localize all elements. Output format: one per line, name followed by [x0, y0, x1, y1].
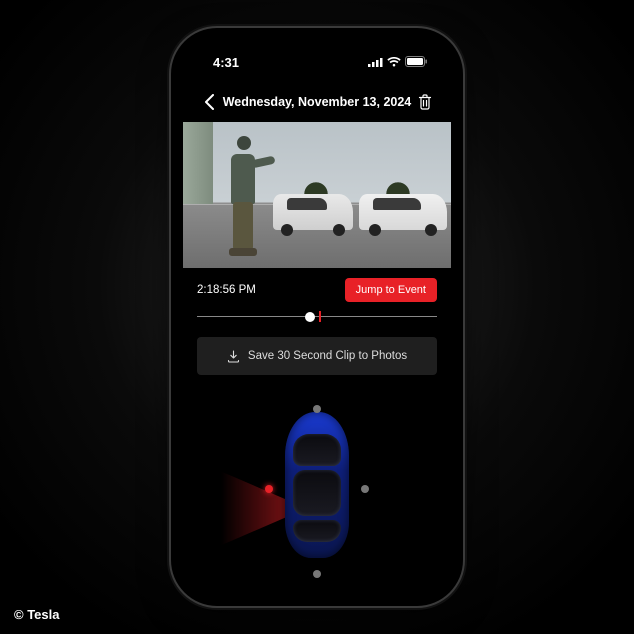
dynamic-island: [275, 50, 359, 74]
video-player[interactable]: [183, 122, 451, 268]
camera-rear[interactable]: [313, 570, 321, 578]
cell-signal-icon: [368, 55, 383, 70]
phone-screen: 4:31 Wednesday, November 13, 2024: [183, 40, 451, 594]
phone-frame: 4:31 Wednesday, November 13, 2024: [171, 28, 463, 606]
vehicle-top-view: [285, 412, 349, 558]
save-clip-label: Save 30 Second Clip to Photos: [248, 350, 407, 362]
camera-front[interactable]: [313, 405, 321, 413]
active-camera-beam: [221, 471, 293, 545]
camera-left[interactable]: [265, 485, 273, 493]
back-button[interactable]: [197, 90, 221, 114]
wifi-icon: [387, 55, 401, 70]
event-marker: [319, 311, 321, 322]
save-clip-button[interactable]: Save 30 Second Clip to Photos: [197, 337, 437, 375]
chevron-left-icon: [204, 94, 214, 110]
battery-icon: [405, 55, 427, 70]
trash-icon: [418, 94, 432, 110]
video-frame-content: [183, 122, 451, 268]
status-time: 4:31: [213, 55, 239, 70]
app-header: Wednesday, November 13, 2024: [183, 84, 451, 120]
delete-button[interactable]: [413, 90, 437, 114]
camera-right[interactable]: [361, 485, 369, 493]
playback-timestamp: 2:18:56 PM: [197, 284, 256, 296]
image-credit: © Tesla: [14, 607, 59, 622]
download-icon: [227, 350, 240, 363]
scrubber-thumb[interactable]: [305, 312, 315, 322]
jump-to-event-button[interactable]: Jump to Event: [345, 278, 437, 302]
page-title: Wednesday, November 13, 2024: [223, 95, 412, 109]
camera-selector: [183, 375, 451, 594]
video-scrubber[interactable]: [183, 308, 451, 331]
